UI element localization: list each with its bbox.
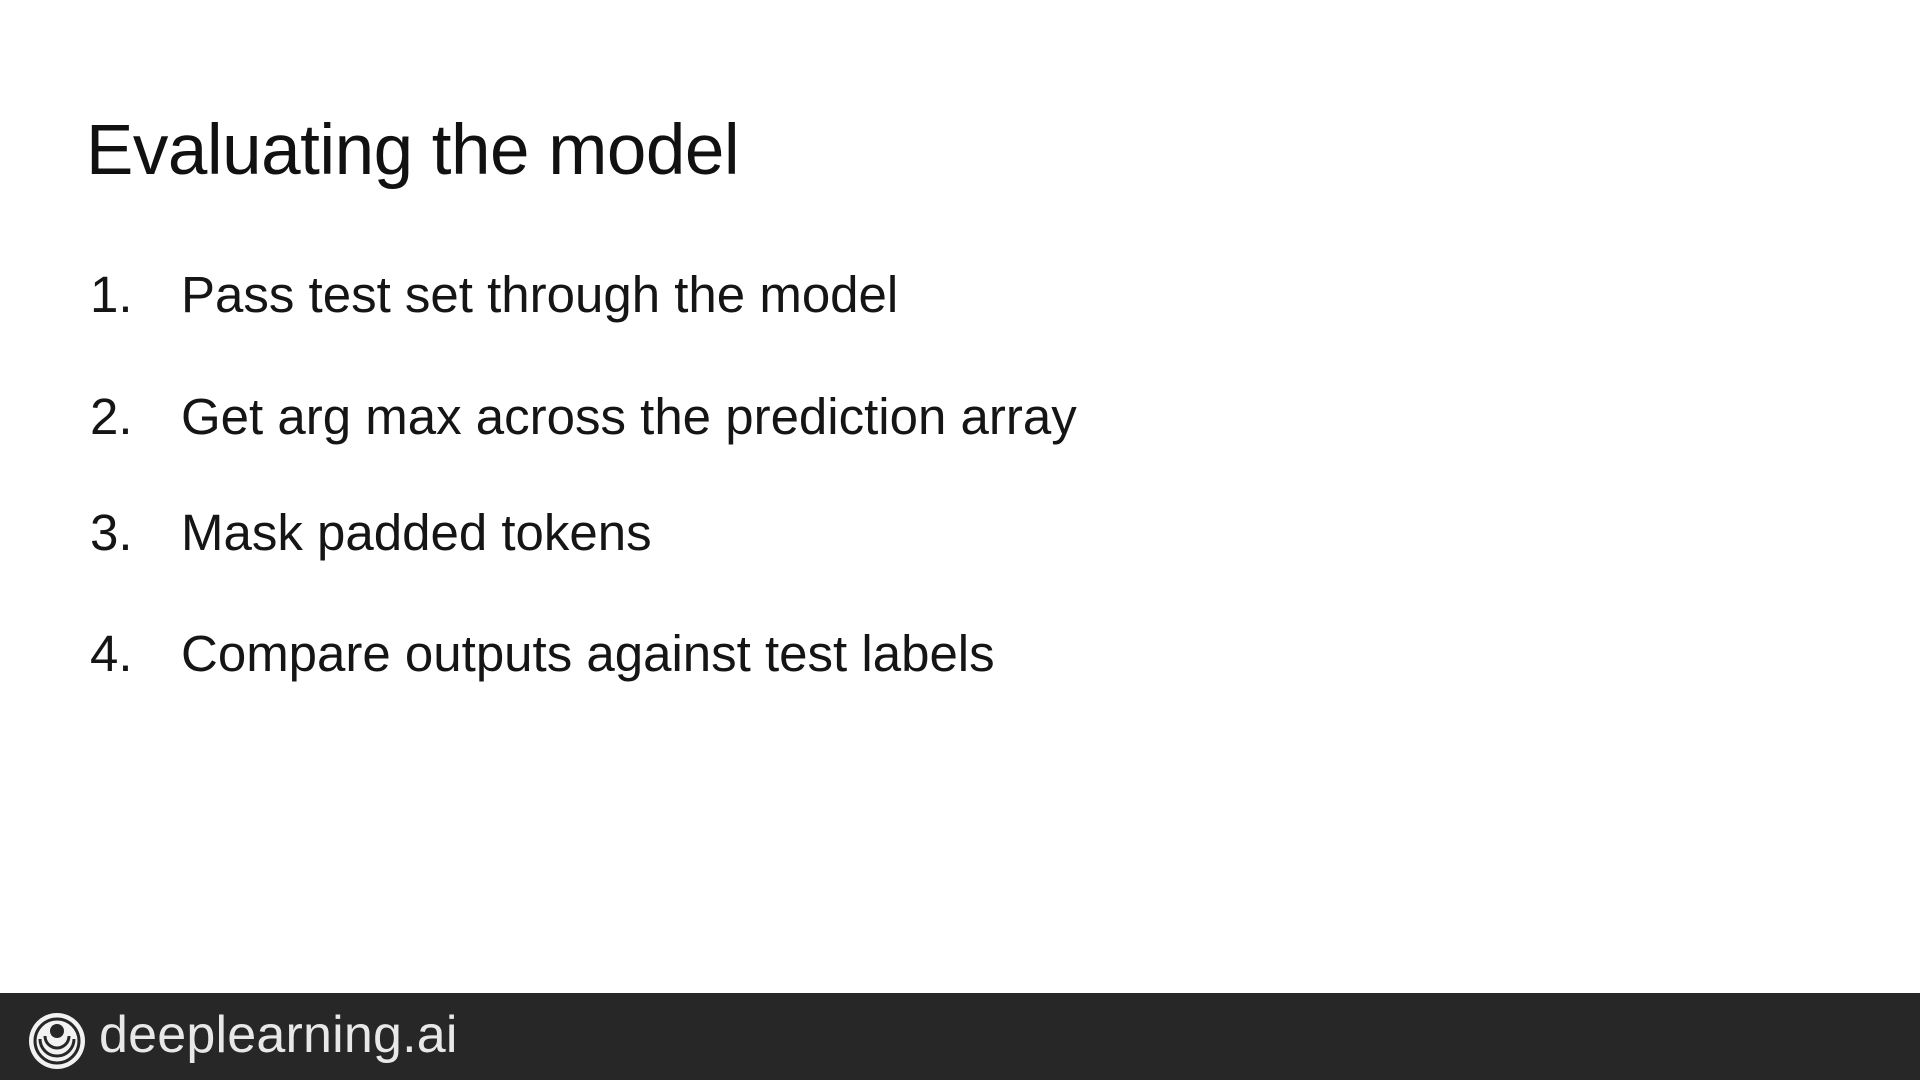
step-text: Get arg max across the prediction array [181,388,1077,445]
step-text: Mask padded tokens [181,504,652,561]
slide-content: Evaluating the model 1. Pass test set thr… [0,0,1920,993]
slide-title: Evaluating the model [86,111,740,190]
step-number: 3. [90,504,133,561]
brand-name: deeplearning.ai [99,1006,458,1064]
list-item: 1. Pass test set through the model [90,269,898,320]
step-text: Compare outputs against test labels [181,625,995,682]
step-text: Pass test set through the model [181,266,899,323]
list-item: 2. Get arg max across the prediction arra… [90,391,1077,442]
step-number: 1. [90,266,133,323]
list-item: 4. Compare outputs against test labels [90,628,995,679]
footer-bar: deeplearning.ai [0,993,1920,1080]
step-number: 2. [90,388,133,445]
deeplearning-logo-icon [29,1013,85,1069]
step-number: 4. [90,625,133,682]
list-item: 3. Mask padded tokens [90,507,652,558]
